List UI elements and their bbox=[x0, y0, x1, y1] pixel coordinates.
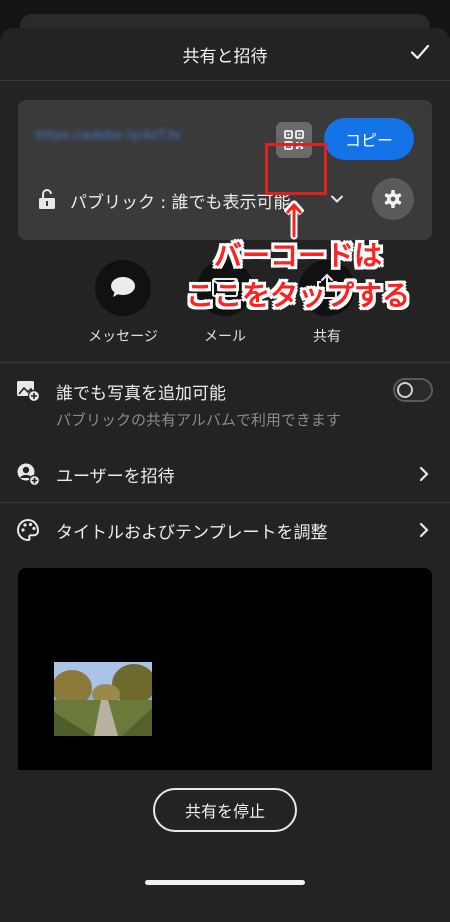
invite-users-row[interactable]: ユーザーを招待 bbox=[0, 446, 450, 502]
share-option-message[interactable]: メッセージ bbox=[78, 260, 168, 346]
home-indicator bbox=[145, 880, 305, 885]
message-icon bbox=[111, 277, 135, 297]
sheet-header: 共有と招待 bbox=[0, 28, 450, 81]
callout-line-2: ここをタップする bbox=[185, 279, 410, 312]
qr-highlight-box bbox=[265, 143, 327, 195]
share-option-label: メッセージ bbox=[88, 329, 158, 345]
page-title: 共有と招待 bbox=[182, 47, 268, 67]
contribute-toggle[interactable] bbox=[393, 378, 433, 402]
link-settings-button[interactable] bbox=[372, 178, 414, 220]
copy-button[interactable]: コピー bbox=[324, 118, 414, 160]
share-sheet: 共有と招待 https://adobe.ly/4zT3s コピー パブリック:… bbox=[0, 28, 450, 922]
palette-icon bbox=[17, 518, 40, 542]
unlock-icon bbox=[39, 189, 55, 209]
arrow-up-icon bbox=[284, 200, 304, 240]
share-url[interactable]: https://adobe.ly/4zT3s bbox=[36, 128, 181, 142]
contribute-row: 誰でも写真を追加可能 パブリックの共有アルバムで利用できます bbox=[0, 362, 450, 444]
album-preview[interactable] bbox=[18, 568, 432, 770]
share-link-card: https://adobe.ly/4zT3s コピー パブリック: 誰でも表示… bbox=[18, 100, 432, 240]
chevron-down-icon[interactable] bbox=[330, 192, 344, 206]
add-user-icon bbox=[17, 463, 40, 486]
album-photo-thumbnail bbox=[54, 662, 152, 736]
instruction-callout: バーコードは ここをタップする bbox=[178, 236, 418, 316]
checkmark-icon[interactable] bbox=[408, 40, 432, 64]
invite-users-label: ユーザーを招待 bbox=[56, 467, 175, 487]
theme-label: タイトルおよびテンプレートを調整 bbox=[56, 523, 328, 543]
stop-sharing-button[interactable]: 共有を停止 bbox=[153, 788, 297, 832]
visibility-dropdown[interactable]: パブリック : 誰でも表示可能 bbox=[70, 188, 291, 213]
chevron-right-icon bbox=[419, 522, 429, 538]
add-photo-icon bbox=[17, 381, 40, 402]
contribute-label: 誰でも写真を追加可能 bbox=[56, 384, 226, 404]
toggle-knob bbox=[397, 382, 413, 398]
share-option-label: メール bbox=[204, 329, 246, 345]
contribute-sublabel: パブリックの共有アルバムで利用できます bbox=[56, 411, 341, 429]
share-option-label: 共有 bbox=[313, 329, 341, 345]
chevron-right-icon bbox=[419, 466, 429, 482]
theme-row[interactable]: タイトルおよびテンプレートを調整 bbox=[0, 502, 450, 558]
gear-icon bbox=[384, 190, 402, 208]
callout-line-1: バーコードは bbox=[213, 239, 382, 272]
